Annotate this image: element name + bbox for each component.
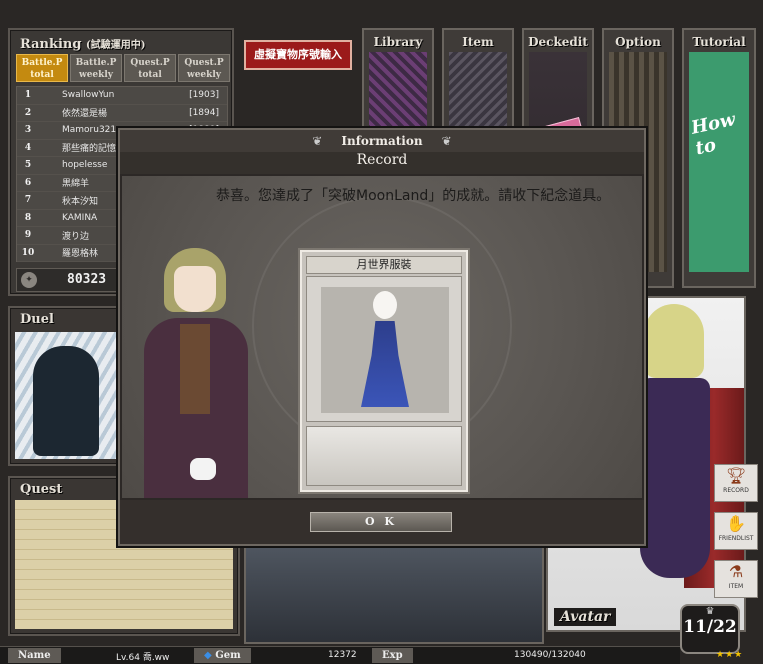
tab-label: Battle.P	[75, 58, 117, 68]
blue-dress-image	[361, 321, 409, 407]
status-bar: Name Lv.64 喬.ww ◆ Gem 12372 Exp 130490/1…	[0, 646, 680, 664]
ok-button[interactable]: O K	[310, 512, 452, 532]
tab-label: Quest.P	[130, 58, 170, 68]
serial-code-button[interactable]: 虛擬寶物序號輸入	[244, 40, 352, 70]
dialog-subtitle: Record	[120, 152, 644, 174]
rank-number: 6	[24, 177, 32, 188]
tab-quest-total[interactable]: Quest.P total	[124, 54, 176, 82]
rank-number: 4	[24, 142, 32, 153]
reward-name: 月世界服裝	[306, 256, 462, 274]
ornament-icon: ❦	[312, 134, 323, 148]
menu-card-label: Deckedit	[528, 35, 588, 49]
tab-label: Battle.P	[21, 58, 63, 68]
tab-label: weekly	[186, 70, 222, 80]
rank-score: [1903]	[189, 90, 219, 101]
rank-number: 2	[24, 107, 32, 118]
record-label: RECORD	[723, 487, 749, 494]
rank-score: [1894]	[189, 107, 219, 118]
tutorial-art: How to	[689, 52, 749, 272]
rank-number: 10	[21, 247, 35, 258]
handshake-icon: ✋	[726, 514, 746, 533]
level-badge-value: 11/22	[683, 617, 737, 637]
item-button[interactable]: ⚗ ITEM	[714, 560, 758, 598]
butler-glove	[190, 458, 216, 480]
tab-label: total	[30, 70, 54, 80]
dialog-footer: O K	[120, 500, 644, 544]
rank-number: 1	[24, 90, 32, 101]
ranking-row[interactable]: 1 SwallowYun [1903]	[17, 87, 227, 105]
friendlist-label: FRIENDLIST	[718, 535, 754, 542]
tab-label: total	[138, 70, 162, 80]
tab-battle-weekly[interactable]: Battle.P weekly	[70, 54, 122, 82]
duel-title: Duel	[20, 312, 54, 327]
friendlist-button[interactable]: ✋ FRIENDLIST	[714, 512, 758, 550]
dialog-body: 恭喜。您達成了「突破MoonLand」的成就。請收下紀念道具。 月世界服裝	[122, 176, 642, 498]
avatar-character-hair	[644, 304, 704, 378]
reward-stage	[321, 287, 449, 413]
gem-tag: ◆ Gem	[194, 648, 251, 663]
rank-number: 3	[24, 125, 32, 136]
character-art-strip	[244, 544, 544, 644]
rank-number: 7	[24, 195, 32, 206]
menu-card-label: Option	[615, 35, 661, 49]
my-score: 80323	[67, 272, 107, 287]
tutorial-art-text: How to	[689, 109, 738, 160]
item-label: ITEM	[728, 583, 744, 590]
menu-card-label: Item	[462, 35, 494, 49]
exp-tag: Exp	[372, 648, 413, 663]
rank-number: 8	[24, 212, 32, 223]
menu-card-tutorial[interactable]: Tutorial How to	[682, 28, 756, 288]
dialog-message: 恭喜。您達成了「突破MoonLand」的成就。請收下紀念道具。	[216, 188, 611, 204]
reward-card: 月世界服裝	[300, 250, 468, 492]
crown-icon: ♛	[705, 606, 715, 617]
rating-stars: ★★★	[716, 650, 744, 660]
mannequin-head	[373, 291, 397, 319]
tab-label: Quest.P	[184, 58, 224, 68]
reward-art	[306, 276, 462, 422]
rank-player-name: 依然還是楊	[62, 109, 108, 120]
reward-description-box	[306, 426, 462, 486]
ranking-subtitle: (試驗運用中)	[86, 40, 146, 51]
ornament-icon: ❦	[441, 134, 452, 148]
duel-character	[33, 346, 99, 456]
quest-title: Quest	[20, 482, 63, 497]
menu-card-label: Tutorial	[692, 35, 746, 49]
butler-vest	[180, 324, 210, 414]
avatar-title: Avatar	[554, 608, 617, 626]
dialog-header: ❦ Information ❦	[120, 130, 644, 152]
player-level-name: Lv.64 喬.ww	[116, 653, 170, 663]
level-badge: ♛ 11/22	[680, 604, 740, 654]
gem-value: 12372	[328, 650, 357, 660]
tab-battle-total[interactable]: Battle.P total	[16, 54, 68, 82]
avatar-character-body	[640, 378, 710, 578]
ranking-row[interactable]: 2 依然還是楊 [1894]	[17, 105, 227, 122]
gem-icon: ◆	[204, 650, 212, 661]
ranking-tabs: Battle.P total Battle.P weekly Quest.P t…	[16, 54, 230, 82]
rank-player-name: SwallowYun	[62, 90, 115, 101]
emblem-icon: ✦	[21, 272, 37, 288]
trophy-icon: 🏆︎	[725, 466, 747, 485]
ranking-title: Ranking (試驗運用中)	[20, 36, 145, 52]
gem-label: Gem	[215, 650, 241, 661]
potion-icon: ⚗	[728, 562, 744, 581]
name-tag: Name	[8, 648, 61, 663]
exp-value: 130490/132040	[514, 650, 586, 660]
butler-character	[144, 244, 254, 498]
record-button[interactable]: 🏆︎ RECORD	[714, 464, 758, 502]
rank-number: 5	[24, 160, 32, 171]
tab-label: weekly	[78, 70, 114, 80]
information-dialog: ❦ Information ❦ Record 恭喜。您達成了「突破MoonLan…	[118, 128, 646, 546]
rank-number: 9	[24, 230, 32, 241]
tab-quest-weekly[interactable]: Quest.P weekly	[178, 54, 230, 82]
butler-face	[174, 266, 216, 312]
menu-card-label: Library	[373, 35, 423, 49]
dialog-title: Information	[341, 134, 423, 148]
ranking-title-text: Ranking	[20, 37, 82, 52]
